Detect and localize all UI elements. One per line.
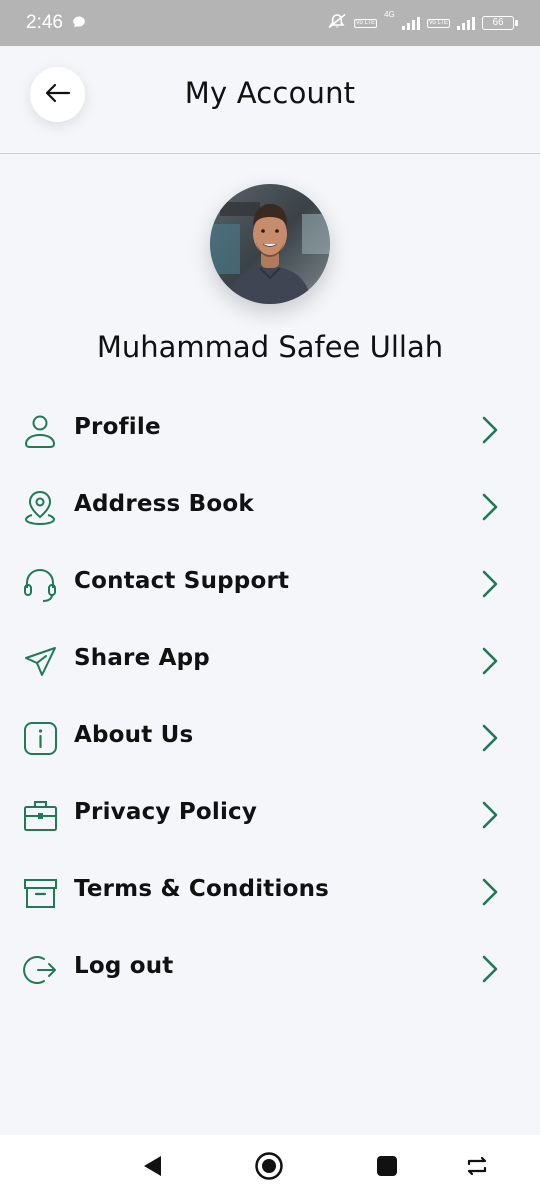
status-time: 2:46 [26,12,63,33]
menu-item-privacy-policy[interactable]: Privacy Policy [0,777,540,854]
signal-strength-icon [401,16,420,30]
chevron-right-icon [478,954,502,984]
menu-item-label: Contact Support [74,568,290,594]
menu-item-terms-conditions[interactable]: Terms & Conditions [0,854,540,931]
menu-item-log-out[interactable]: Log out [0,931,540,1008]
chevron-right-icon [478,800,502,830]
status-bar: 2:46 Vo LTE 4G Vo LTE 66 [0,0,540,46]
chevron-right-icon [478,646,502,676]
home-circle-icon [254,1151,284,1185]
menu-item-label: Share App [74,645,210,671]
back-triangle-icon [141,1154,163,1182]
send-icon [22,643,60,681]
user-icon [22,412,60,450]
nav-back-button[interactable] [137,1153,167,1183]
chevron-right-icon [478,569,502,599]
chevron-right-icon [478,492,502,522]
menu-item-label: Privacy Policy [74,799,258,825]
info-icon [22,720,60,758]
avatar[interactable] [210,184,330,304]
volte-badge: Vo LTE [353,18,378,28]
network-type-label: 4G [384,10,395,19]
briefcase-icon [22,797,60,835]
menu-item-label: About Us [74,722,194,748]
message-icon [72,14,86,33]
battery-indicator: 66 [482,16,518,30]
user-name: Muhammad Safee Ullah [96,330,444,364]
menu-item-about-us[interactable]: About Us [0,700,540,777]
menu-item-contact-support[interactable]: Contact Support [0,546,540,623]
menu-item-label: Log out [74,953,174,979]
menu-item-label: Address Book [74,491,254,517]
menu-item-share-app[interactable]: Share App [0,623,540,700]
menu-item-label: Terms & Conditions [74,876,330,902]
user-photo [210,184,330,304]
nav-recents-button[interactable] [372,1153,402,1183]
chevron-right-icon [478,877,502,907]
rotate-icon [464,1156,490,1180]
page-title: My Account [184,76,356,110]
logout-icon [22,951,60,989]
app-header: My Account [0,46,540,154]
location-pin-icon [22,489,60,527]
volte-badge-2: Vo LTE [426,18,450,28]
recents-square-icon [376,1155,398,1181]
headset-icon [22,566,60,604]
signal-strength-icon-2 [457,16,475,30]
system-nav-bar [0,1135,540,1200]
status-icons: Vo LTE 4G Vo LTE 66 [327,10,518,33]
nav-home-button[interactable] [254,1151,284,1185]
menu-item-profile[interactable]: Profile [0,392,540,469]
menu-item-label: Profile [74,414,161,440]
chevron-right-icon [478,415,502,445]
account-menu: Profile Address Book Contact Support Sha… [0,392,540,1008]
menu-item-address-book[interactable]: Address Book [0,469,540,546]
archive-icon [22,874,60,912]
nav-rotate-button[interactable] [462,1153,492,1183]
chevron-right-icon [478,723,502,753]
mute-icon [327,13,347,33]
